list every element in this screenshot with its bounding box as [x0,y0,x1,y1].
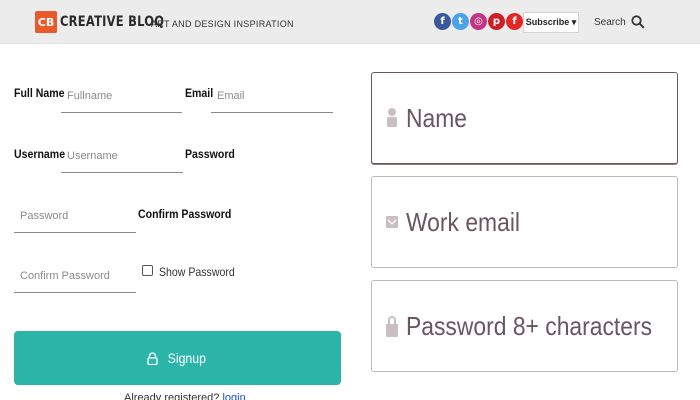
username-label: Username [14,147,66,161]
fullname-input[interactable] [61,80,182,113]
logo-text: CREATIVE BLOQ [60,14,165,30]
username-input[interactable] [61,140,183,173]
already-registered-label: Already registered? [124,392,220,400]
work-email-field[interactable]: Work email [371,176,678,268]
logo-badge: CB [35,11,57,33]
show-password-label[interactable]: Show Password [159,265,235,279]
email-input[interactable] [211,80,333,113]
search-label: Search [594,16,626,28]
twitter-icon[interactable]: t [452,13,469,30]
instagram-icon[interactable]: ◎ [470,13,487,30]
confirm-password-input[interactable] [14,260,136,293]
password-8-field[interactable]: Password 8+ characters [371,280,678,372]
social-links: f t ◎ p f [434,13,523,30]
flipboard-icon[interactable]: f [506,13,523,30]
site-header: CB CREATIVE BLOQ ART AND DESIGN INSPIRAT… [0,0,700,44]
search-icon [631,15,645,29]
search-button[interactable]: Search [594,15,645,29]
pinterest-icon[interactable]: p [488,13,505,30]
work-email-placeholder: Work email [406,206,521,237]
already-registered-text: Already registered? login [124,392,246,400]
subscribe-button[interactable]: Subscribe ▾ [523,12,579,33]
email-icon [386,215,398,229]
signup-button[interactable]: Signup [14,331,341,385]
name-placeholder: Name [406,102,468,133]
name-field[interactable]: Name [371,72,678,164]
fullname-label: Full Name [14,86,65,100]
facebook-icon[interactable]: f [434,13,451,30]
site-tagline: ART AND DESIGN INSPIRATION [151,19,294,29]
lock-icon [147,351,158,365]
signup-label: Signup [167,350,206,366]
password-input[interactable] [14,200,136,233]
lock-icon [386,314,398,338]
login-link[interactable]: login [222,392,245,400]
password-label: Password [185,147,235,161]
email-label: Email [185,86,214,100]
show-password-checkbox[interactable] [142,265,153,276]
password-8-placeholder: Password 8+ characters [406,310,653,341]
confirm-password-label: Confirm Password [138,207,232,221]
person-icon [386,107,398,129]
